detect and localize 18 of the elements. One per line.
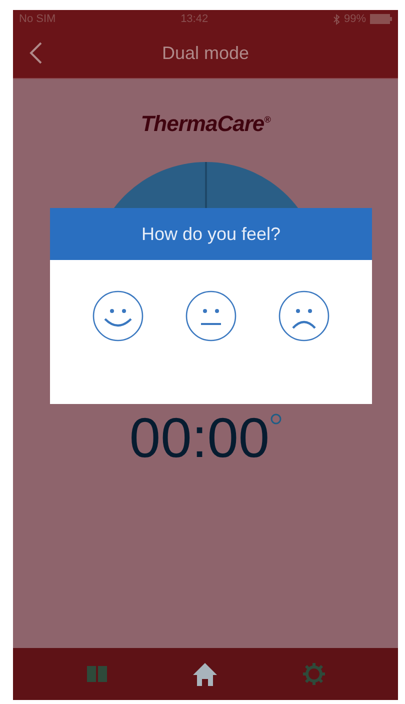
sad-face-button[interactable]: [278, 290, 330, 342]
back-chevron-icon: [29, 42, 43, 64]
timer-display: 00:00: [129, 405, 270, 470]
clock-time: 13:42: [180, 13, 208, 25]
battery-percent: 99%: [344, 13, 366, 25]
bluetooth-icon: [332, 14, 340, 24]
small-circle-icon: [270, 413, 282, 425]
battery-icon: [370, 14, 392, 24]
screen-title: Dual mode: [160, 42, 250, 64]
brand-logo: ThermaCare$^{®}$: [140, 111, 270, 137]
neutral-face-button[interactable]: [184, 290, 237, 342]
happy-face-button[interactable]: [92, 290, 144, 342]
gear-icon: [302, 662, 326, 686]
book-icon: [86, 664, 108, 684]
home-icon: [192, 661, 218, 687]
dialog-title: How do you feel?: [141, 224, 281, 244]
carrier-label: No SIM: [19, 13, 56, 25]
back-button[interactable]: [29, 42, 43, 64]
